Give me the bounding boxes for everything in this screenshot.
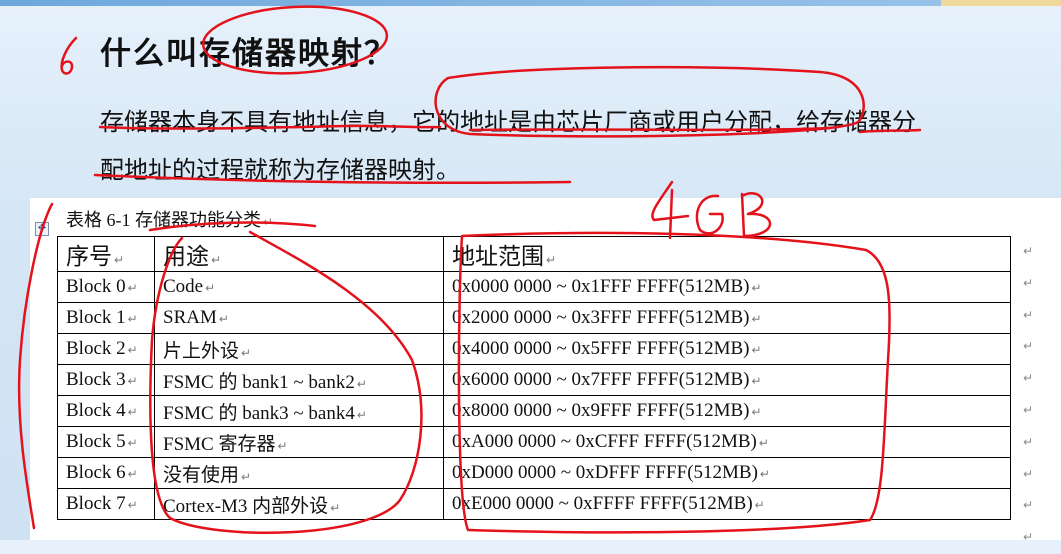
- table-row: Block 2 ↵ 片上外设 ↵ 0x4000 0000 ~ 0x5FFF FFFF(5…: [57, 333, 1011, 365]
- definition-paragraph: 存储器本身不具有地址信息，它的地址是由芯片厂商或用户分配，给存储器分配地址的过程…: [100, 108, 916, 184]
- block-index-cell: Block 0 ↵: [57, 271, 155, 303]
- purpose-cell: SRAM ↵: [154, 302, 444, 334]
- purpose-cell: Cortex-M3 内部外设 ↵: [154, 488, 444, 520]
- slide-top-accent: [941, 0, 1061, 6]
- embedded-document: ✥ 表格 6-1 存储器功能分类 ↵ 序号 ↵ 用途 ↵ 地址范围 ↵ Block 0 ↵…: [30, 198, 1061, 544]
- block-index-cell: Block 6 ↵: [57, 457, 155, 489]
- table-row: Block 5 ↵ FSMC 寄存器 ↵ 0xA000 0000 ~ 0xCFFF FF…: [57, 426, 1011, 458]
- block-index-cell: Block 4 ↵: [57, 395, 155, 427]
- table-caption: 表格 6-1 存储器功能分类 ↵: [66, 210, 274, 230]
- slide-title: 什么叫存储器映射？: [100, 36, 397, 72]
- block-index-cell: Block 7 ↵: [57, 488, 155, 520]
- purpose-cell: 没有使用 ↵: [154, 457, 444, 489]
- memory-function-table: 序号 ↵ 用途 ↵ 地址范围 ↵ Block 0 ↵ Code ↵ 0x0000 0000 ~…: [57, 236, 1011, 520]
- block-index-cell: Block 2 ↵: [57, 333, 155, 365]
- ink-number-six: [60, 36, 78, 75]
- block-index-cell: Block 3 ↵: [57, 364, 155, 396]
- table-row: Block 7 ↵ Cortex-M3 内部外设 ↵ 0xE000 0000 ~ 0xF…: [57, 488, 1011, 520]
- table-row: Block 3 ↵ FSMC 的 bank1 ~ bank2 ↵ 0x6000 0000…: [57, 364, 1011, 396]
- slide-top-bar: [0, 0, 1061, 6]
- purpose-cell: FSMC 的 bank3 ~ bank4 ↵: [154, 395, 444, 427]
- address-range-cell: 0xA000 0000 ~ 0xCFFF FFFF(512MB) ↵: [443, 426, 1011, 458]
- address-range-cell: 0xE000 0000 ~ 0xFFFF FFFF(512MB) ↵: [443, 488, 1011, 520]
- table-row: Block 1 ↵ SRAM ↵ 0x2000 0000 ~ 0x3FFF FFFF(5…: [57, 302, 1011, 334]
- table-row: Block 0 ↵ Code ↵ 0x0000 0000 ~ 0x1FFF FFFF(5…: [57, 271, 1011, 303]
- header-index: 序号 ↵: [57, 236, 155, 272]
- address-range-cell: 0x6000 0000 ~ 0x7FFF FFFF(512MB) ↵: [443, 364, 1011, 396]
- address-range-cell: 0x0000 0000 ~ 0x1FFF FFFF(512MB) ↵: [443, 271, 1011, 303]
- header-address-range: 地址范围 ↵: [443, 236, 1011, 272]
- row-end-marks: ↵ ↵ ↵ ↵ ↵ ↵ ↵ ↵ ↵ ↵: [1022, 244, 1033, 545]
- purpose-cell: FSMC 寄存器 ↵: [154, 426, 444, 458]
- table-header-row: 序号 ↵ 用途 ↵ 地址范围 ↵: [57, 236, 1011, 272]
- table-row: Block 6 ↵ 没有使用 ↵ 0xD000 0000 ~ 0xDFFF FFFF(5…: [57, 457, 1011, 489]
- block-index-cell: Block 1 ↵: [57, 302, 155, 334]
- address-range-cell: 0x4000 0000 ~ 0x5FFF FFFF(512MB) ↵: [443, 333, 1011, 365]
- purpose-cell: Code ↵: [154, 271, 444, 303]
- address-range-cell: 0x8000 0000 ~ 0x9FFF FFFF(512MB) ↵: [443, 395, 1011, 427]
- address-range-cell: 0xD000 0000 ~ 0xDFFF FFFF(512MB) ↵: [443, 457, 1011, 489]
- table-move-handle-icon[interactable]: ✥: [35, 222, 49, 236]
- purpose-cell: 片上外设 ↵: [154, 333, 444, 365]
- block-index-cell: Block 5 ↵: [57, 426, 155, 458]
- address-range-cell: 0x2000 0000 ~ 0x3FFF FFFF(512MB) ↵: [443, 302, 1011, 334]
- table-row: Block 4 ↵ FSMC 的 bank3 ~ bank4 ↵ 0x8000 0000…: [57, 395, 1011, 427]
- header-purpose: 用途 ↵: [154, 236, 444, 272]
- purpose-cell: FSMC 的 bank1 ~ bank2 ↵: [154, 364, 444, 396]
